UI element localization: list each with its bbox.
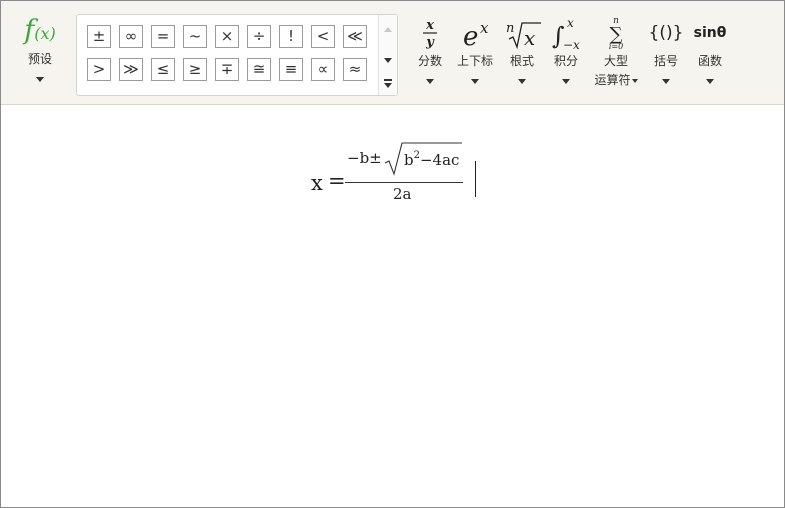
symbol-identical[interactable]: ≡: [279, 58, 303, 81]
symbol-equals[interactable]: =: [151, 25, 175, 48]
formula-denominator: 2a: [393, 185, 412, 203]
integral-icon: ∫ x −x: [547, 15, 585, 52]
script-label: 上下标: [456, 54, 493, 68]
bracket-tool[interactable]: {()} 括号: [646, 15, 686, 95]
formula-numerator: −b± b2−4ac: [347, 141, 467, 179]
symbol-infinity[interactable]: ∞: [119, 25, 143, 48]
symbol-times[interactable]: ×: [215, 25, 239, 48]
large-operator-label: 大型: [603, 54, 628, 68]
radical-label: 根式: [509, 54, 534, 68]
large-operator-label-2-text: 运算符: [594, 73, 631, 87]
script-tool[interactable]: e x 上下标: [453, 15, 497, 95]
radicand: b2−4ac: [404, 150, 459, 169]
symbol-factorial[interactable]: !: [279, 25, 303, 48]
symbol-proportional[interactable]: ∝: [311, 58, 335, 81]
chevron-down-icon: [384, 83, 392, 88]
chevron-down-icon: [426, 79, 434, 84]
formula-equals: =: [328, 169, 346, 193]
fx-icon: f(x): [24, 15, 56, 46]
function-icon: sinθ: [693, 25, 727, 41]
symbol-divide[interactable]: ÷: [247, 25, 271, 48]
palette-scroll-up[interactable]: [379, 18, 397, 40]
chevron-down-icon: [662, 79, 670, 84]
radical-tool[interactable]: n x 根式: [501, 15, 543, 95]
formula-editor-area[interactable]: x = −b± b2−4ac 2a: [1, 105, 784, 507]
svg-text:x: x: [567, 16, 574, 30]
chevron-up-icon: [384, 27, 392, 32]
svg-text:y: y: [425, 35, 435, 50]
svg-text:−x: −x: [563, 38, 580, 51]
ribbon-toolbar: f(x) 预设 ± ∞ = ~ × ÷ ! < ≪ > ≫ ≤ ≥ ∓ ≅ ≡: [1, 1, 784, 105]
palette-scrollbar[interactable]: [378, 15, 397, 95]
chevron-down-icon: [36, 77, 44, 82]
chevron-down-icon: [384, 58, 392, 63]
bracket-icon: {()}: [648, 23, 684, 43]
svg-text:e: e: [463, 22, 478, 51]
text-cursor: [475, 161, 476, 197]
chevron-down-icon: [518, 79, 526, 84]
symbol-minus-plus[interactable]: ∓: [215, 58, 239, 81]
numerator-svg: −b± b2−4ac: [347, 142, 462, 176]
chevron-down-icon: [706, 79, 714, 84]
symbol-approx[interactable]: ≈: [343, 58, 367, 81]
preset-label: 预设: [27, 52, 52, 66]
fraction-label: 分数: [417, 54, 442, 68]
symbol-palette: ± ∞ = ~ × ÷ ! < ≪ > ≫ ≤ ≥ ∓ ≅ ≡ ∝ ≈: [76, 14, 398, 96]
large-operator-tool[interactable]: n ∑ i=0 大型 运算符: [589, 15, 643, 95]
symbol-less-equal[interactable]: ≤: [151, 58, 175, 81]
integral-tool[interactable]: ∫ x −x 积分: [547, 15, 585, 95]
chevron-down-icon: [562, 79, 570, 84]
function-label: 函数: [697, 54, 722, 68]
symbol-much-less[interactable]: ≪: [343, 25, 367, 48]
symbol-less-than[interactable]: <: [311, 25, 335, 48]
function-tool[interactable]: sinθ 函数: [691, 15, 729, 95]
expand-bar-icon: [384, 79, 392, 81]
symbol-tilde[interactable]: ~: [183, 25, 207, 48]
chevron-down-icon: [631, 78, 638, 83]
svg-text:x: x: [425, 18, 434, 33]
svg-text:x: x: [480, 19, 489, 37]
bracket-label: 括号: [653, 54, 678, 68]
numerator-prefix: −b±: [347, 149, 382, 167]
summation-icon: n ∑ i=0: [589, 15, 643, 51]
svg-text:n: n: [506, 21, 514, 36]
fraction-bar: [345, 182, 463, 183]
formula-lhs: x: [311, 171, 323, 195]
symbol-much-greater[interactable]: ≫: [119, 58, 143, 81]
preset-button[interactable]: f(x) 预设: [15, 13, 65, 93]
fraction-tool[interactable]: x y 分数: [411, 15, 449, 95]
symbol-congruent[interactable]: ≅: [247, 58, 271, 81]
superscript-icon: e x: [453, 15, 497, 52]
symbol-greater-than[interactable]: >: [87, 58, 111, 81]
fraction-icon: x y: [411, 15, 449, 51]
large-operator-label-2: 运算符: [589, 72, 643, 88]
radical-icon: n x: [501, 15, 543, 51]
integral-label: 积分: [553, 54, 578, 68]
svg-text:x: x: [524, 26, 535, 50]
radicand-base: b: [404, 151, 414, 169]
symbol-plus-minus[interactable]: ±: [87, 25, 111, 48]
palette-scroll-down[interactable]: [379, 49, 397, 71]
svg-text:i=0: i=0: [609, 42, 623, 51]
symbol-greater-equal[interactable]: ≥: [183, 58, 207, 81]
radicand-rest: −4ac: [420, 151, 459, 169]
equation-editor-window: f(x) 预设 ± ∞ = ~ × ÷ ! < ≪ > ≫ ≤ ≥ ∓ ≅ ≡: [0, 0, 785, 508]
palette-expand[interactable]: [379, 73, 397, 95]
chevron-down-icon: [471, 79, 479, 84]
